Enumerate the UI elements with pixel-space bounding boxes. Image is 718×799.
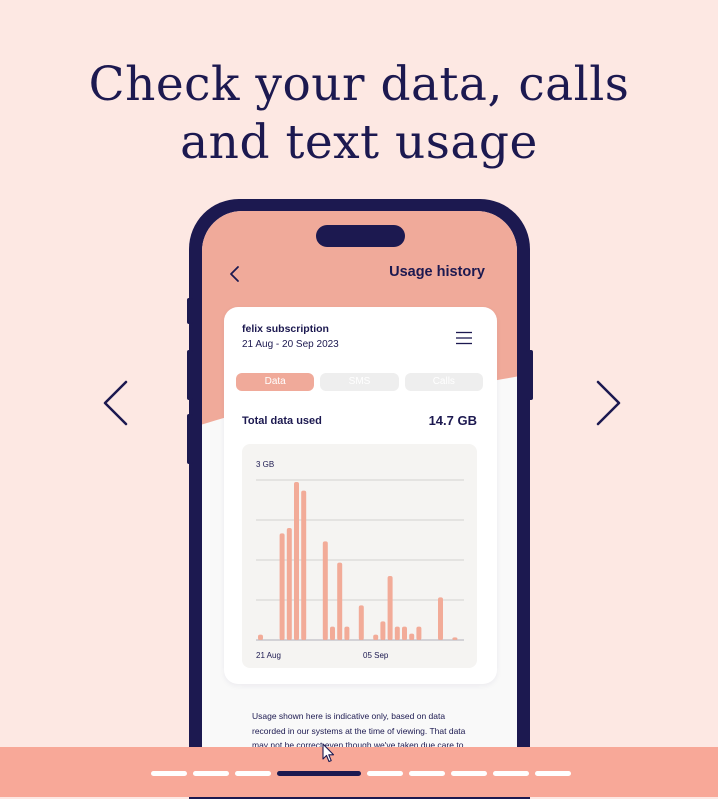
tab-calls[interactable]: Calls xyxy=(404,373,483,391)
back-button[interactable] xyxy=(228,264,242,284)
chart-bar xyxy=(402,626,407,640)
tab-sms[interactable]: SMS xyxy=(320,373,399,391)
billing-period: 21 Aug - 20 Sep 2023 xyxy=(242,339,339,350)
chart-bar xyxy=(258,634,263,640)
phone-screen: Usage history felix subscription 21 Aug … xyxy=(202,211,517,797)
screen-title: Usage history xyxy=(389,264,485,280)
usage-chart-svg: 3 GB 21 Aug 05 Sep xyxy=(256,460,464,660)
chart-bar xyxy=(409,633,415,640)
headline-line-2: and text usage xyxy=(180,115,538,170)
chart-bar xyxy=(358,605,364,640)
pagination-dot[interactable] xyxy=(151,771,187,776)
chart-bar xyxy=(330,626,335,640)
chart-x-tick-label: 21 Aug xyxy=(256,651,281,660)
phone-side-button xyxy=(526,350,533,400)
phone-side-button xyxy=(187,350,193,400)
chart-bar xyxy=(301,490,307,640)
chevron-left-icon xyxy=(230,266,239,282)
pagination-dot[interactable] xyxy=(235,771,271,776)
chevron-left-icon xyxy=(103,380,128,426)
chart-bar xyxy=(438,597,443,640)
subscription-menu-button[interactable] xyxy=(455,331,473,345)
subscription-name: felix subscription xyxy=(242,323,329,335)
chart-bar xyxy=(416,626,422,640)
chart-bar xyxy=(387,576,393,640)
headline-line-1: Check your data, calls xyxy=(88,57,630,112)
pagination-dot[interactable] xyxy=(409,771,445,776)
phone-side-button xyxy=(187,414,193,464)
chart-bar xyxy=(452,637,458,640)
carousel-prev-button[interactable] xyxy=(100,378,132,428)
pagination-dot[interactable] xyxy=(535,771,571,776)
menu-icon xyxy=(456,331,472,345)
pagination-dot[interactable] xyxy=(451,771,487,776)
chart-x-tick-label: 05 Sep xyxy=(363,651,389,660)
chart-bar xyxy=(286,528,292,640)
total-data-label: Total data used xyxy=(242,415,322,427)
chevron-right-icon xyxy=(596,380,621,426)
phone-notch xyxy=(316,225,405,247)
carousel-pagination xyxy=(151,771,571,776)
carousel-next-button[interactable] xyxy=(592,378,624,428)
pagination-dot[interactable] xyxy=(367,771,403,776)
mouse-cursor-icon xyxy=(322,743,335,763)
chart-bar xyxy=(279,533,285,640)
chart-bar xyxy=(344,626,350,640)
phone-side-button xyxy=(187,298,193,324)
chart-bar xyxy=(337,562,343,640)
total-data-value: 14.7 GB xyxy=(428,413,477,428)
tab-data[interactable]: Data xyxy=(236,373,315,391)
chart-y-tick-label: 3 GB xyxy=(256,460,274,469)
chart-bar xyxy=(322,541,328,640)
usage-card: felix subscription 21 Aug - 20 Sep 2023 … xyxy=(224,307,497,684)
usage-disclaimer: Usage shown here is indicative only, bas… xyxy=(252,711,466,750)
chart-bar xyxy=(373,634,379,640)
pagination-dot[interactable] xyxy=(493,771,529,776)
pagination-dot-active[interactable] xyxy=(277,771,361,776)
chart-bar xyxy=(394,626,400,640)
pagination-dot[interactable] xyxy=(193,771,229,776)
carousel-footer xyxy=(0,747,718,797)
chart-bar xyxy=(294,482,299,640)
usage-tabs: Data SMS Calls xyxy=(236,373,483,391)
chart-bar xyxy=(380,621,386,640)
headline: Check your data, calls and text usage xyxy=(0,56,718,172)
usage-chart: 3 GB 21 Aug 05 Sep xyxy=(242,444,477,668)
